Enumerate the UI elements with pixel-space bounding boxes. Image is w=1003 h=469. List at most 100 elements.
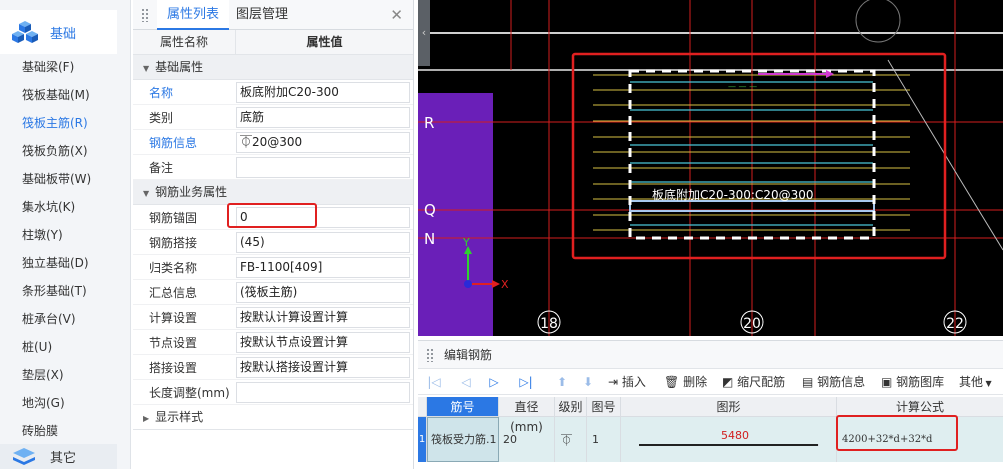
ucs-x-label: X [501,278,509,291]
edit-rebar-title-bar: 编辑钢筋 [418,341,1003,369]
property-value-field[interactable]: ⏁20@300 [236,131,410,153]
nav-item[interactable]: 垫层(X) [22,365,64,385]
rebar-library-button[interactable]: ▣ 钢筋图库 [881,372,944,392]
property-value-field[interactable] [236,381,410,403]
trash-icon: 🗑 [664,375,684,389]
drag-grip-icon[interactable] [141,8,149,22]
cell-shape-no[interactable]: 1 [587,417,621,462]
tab-layer-management[interactable]: 图层管理 [236,0,288,30]
shape-bar-line [639,444,819,446]
last-record-icon[interactable]: ▷| [518,372,534,392]
nav-item[interactable]: 地沟(G) [22,393,65,413]
insert-icon: ⇥ [608,375,622,389]
drawing-canvas[interactable]: — — — 板底附加C20-300:C20@300 R Q N 18 20 22… [418,0,1003,336]
property-value-field[interactable]: 底筋 [236,106,410,128]
col-grade[interactable]: 级别 [555,397,587,416]
nav-category-other[interactable]: 其它 [0,444,117,469]
property-name: 节点设置 [149,335,198,350]
panel-collapse-chevron-icon[interactable]: ‹ [418,0,430,66]
property-value-field[interactable]: (45) [236,231,410,253]
previous-record-icon[interactable]: ◁ [458,372,474,392]
property-value-field[interactable]: 板底附加C20-300 [236,81,410,103]
property-row: 类别 底筋 [133,105,413,130]
property-row: 计算设置 按默认计算设置计算 [133,305,413,330]
nav-item[interactable]: 筏板负筋(X) [22,141,88,161]
layers-icon [13,447,35,465]
row-index[interactable]: 1 [418,417,427,462]
insert-button[interactable]: ⇥ 插入 [608,372,646,392]
property-value-field[interactable]: 按默认节点设置计算 [236,331,410,353]
nav-item[interactable]: 桩承台(V) [22,309,76,329]
rebar-info-button[interactable]: ▤ 钢筋信息 [802,372,865,392]
rebar-library-label: 钢筋图库 [896,375,945,389]
property-value-field[interactable]: 按默认搭接设置计算 [236,356,410,378]
axis-label-n: N [424,230,435,248]
formula-highlight [836,415,958,451]
next-record-icon[interactable]: ▷ [486,372,502,392]
drawing-svg[interactable]: — — — 板底附加C20-300:C20@300 R Q N 18 20 22… [418,0,1003,336]
move-down-icon[interactable]: ⬇ [580,372,596,392]
property-row: 归类名称 FB-1100[409] [133,255,413,280]
property-value-field[interactable]: 按默认计算设置计算 [236,306,410,328]
property-row: 节点设置 按默认节点设置计算 [133,330,413,355]
cell-bar-name[interactable]: 筏板受力筋.1 [427,417,499,462]
property-value-field[interactable]: (筏板主筋) [236,281,410,303]
col-diameter[interactable]: 直径(mm) [499,397,555,434]
property-value-field[interactable] [236,156,410,178]
other-menu-button[interactable]: 其他 ▼ [959,372,992,392]
group-rebar-attributes[interactable]: ▼ 钢筋业务属性 [133,180,413,205]
nav-item[interactable]: 筏板基础(M) [22,85,90,105]
property-row: 备注 [133,155,413,180]
drag-grip-icon[interactable] [426,348,434,362]
property-name: 钢筋信息 [149,135,198,150]
row-index-header [418,397,427,416]
delete-button[interactable]: 🗑 删除 [664,372,707,392]
close-icon[interactable]: ✕ [390,6,403,24]
move-up-icon[interactable]: ⬆ [554,372,570,392]
col-shape-no[interactable]: 图号 [587,397,621,416]
group-basic-attributes[interactable]: ▼ 基础属性 [133,55,413,80]
props-tab-bar: 属性列表 图层管理 ✕ [133,0,413,30]
cell-grade[interactable]: ⏁ [555,417,587,462]
nav-item[interactable]: 集水坑(K) [22,197,75,217]
property-row: 汇总信息 (筏板主筋) [133,280,413,305]
nav-category-foundation[interactable]: 基础 [0,10,117,54]
group-label: 显示样式 [155,410,204,424]
other-label: 其他 [959,375,984,389]
property-name: 钢筋搭接 [149,235,198,250]
info-table-icon: ▤ [802,375,818,389]
col-formula[interactable]: 计算公式 [837,397,1003,416]
library-icon: ▣ [881,375,897,389]
nav-item[interactable]: 砖胎膜 [22,421,58,441]
collapse-triangle-icon: ▼ [143,189,150,198]
scale-rebar-label: 缩尺配筋 [737,375,786,389]
nav-item[interactable]: 柱墩(Y) [22,225,63,245]
property-value-field[interactable]: FB-1100[409] [236,256,410,278]
col-property-value: 属性值 [306,35,343,49]
ucs-x-arrow-icon [492,280,500,288]
cell-shape[interactable]: 5480 [621,417,837,462]
first-record-icon[interactable]: |◁ [426,372,442,392]
rebar-table-header: 筋号 直径(mm) 级别 图号 图形 计算公式 [418,397,1003,434]
nav-item[interactable]: 筏板主筋(R) [22,113,88,133]
nav-item[interactable]: 条形基础(T) [22,281,87,301]
nav-item[interactable]: 独立基础(D) [22,253,89,273]
group-display-style[interactable]: ▶ 显示样式 [133,405,413,430]
scale-rebar-button[interactable]: ◩ 缩尺配筋 [722,372,785,392]
grid-number-20: 20 [743,316,761,332]
property-name: 类别 [149,110,174,125]
rebar-label-text: 板底附加C20-300:C20@300 [652,187,813,202]
property-name: 钢筋锚固 [149,210,198,225]
nav-item[interactable]: 基础板带(W) [22,169,91,189]
tab-property-list[interactable]: 属性列表 [157,0,230,30]
col-shape[interactable]: 图形 [621,397,837,416]
grid-number-22: 22 [946,316,964,332]
nav-item[interactable]: 基础梁(F) [22,57,74,77]
nav-item[interactable]: 桩(U) [22,337,52,357]
property-name: 计算设置 [149,310,198,325]
property-row: 长度调整(mm) [133,380,413,405]
expand-triangle-icon: ▶ [143,414,150,423]
col-bar-no[interactable]: 筋号 [427,397,499,416]
group-label: 基础属性 [155,60,204,74]
cell-diameter[interactable]: 20 [499,417,555,462]
